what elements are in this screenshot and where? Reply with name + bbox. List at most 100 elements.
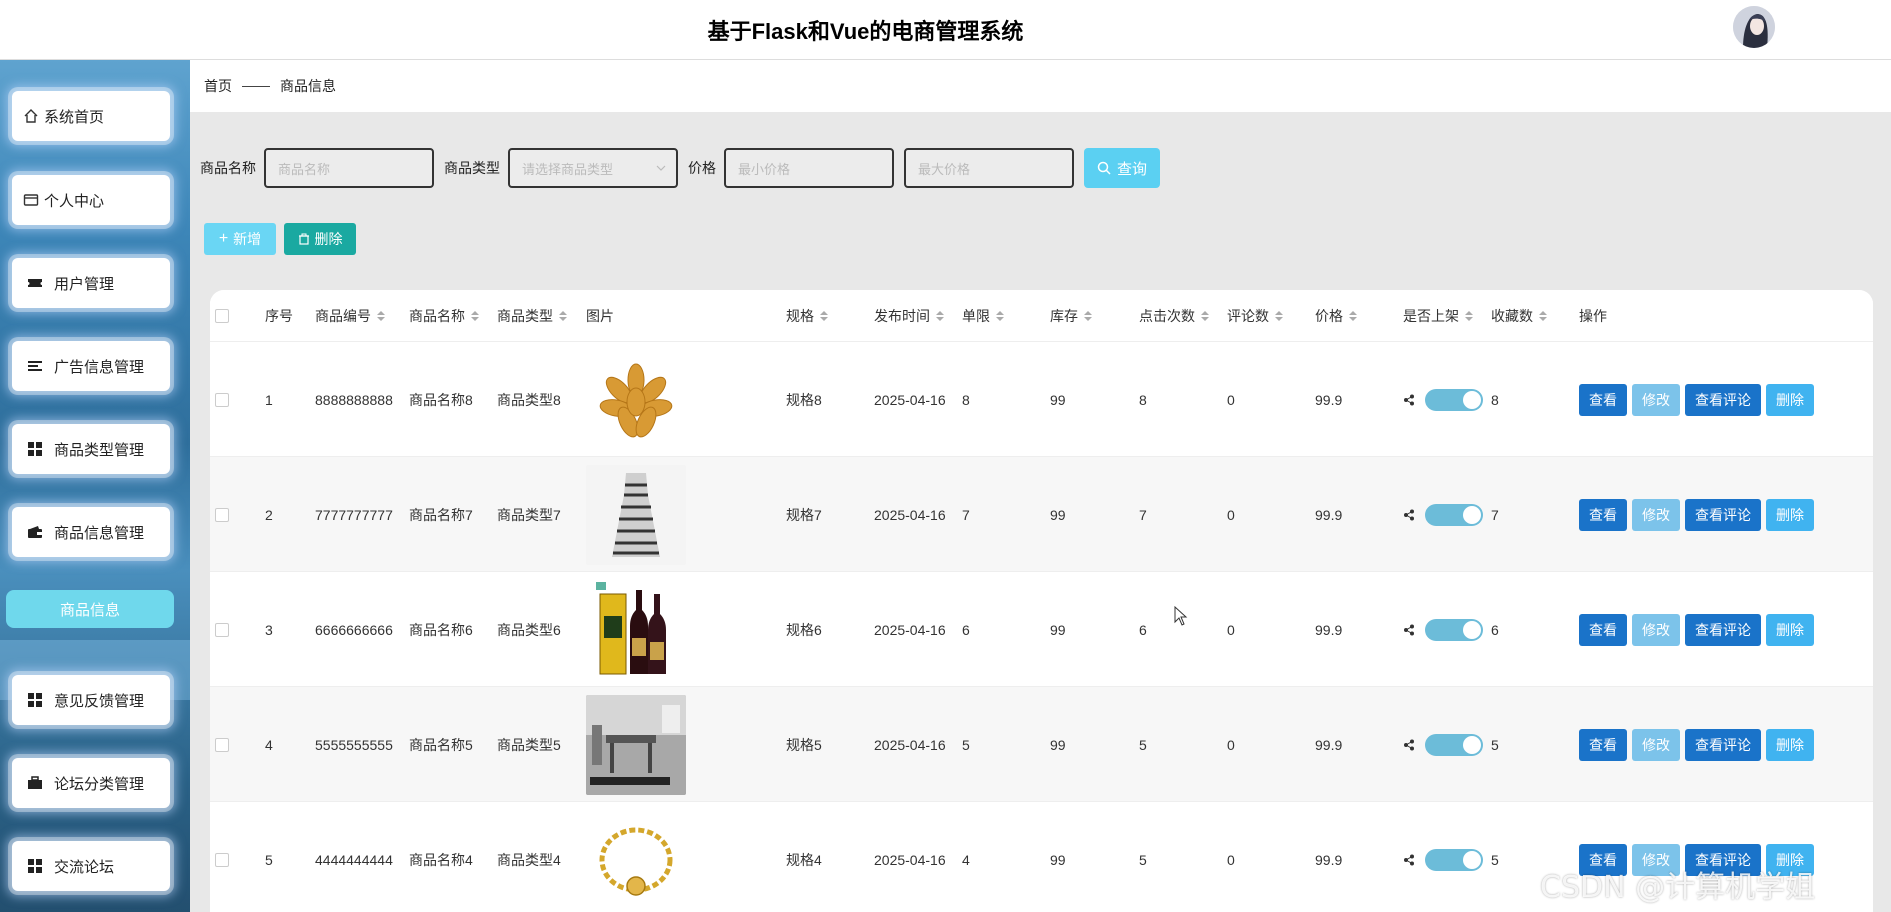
cell-code: 7777777777 xyxy=(315,506,393,523)
max-price-input[interactable]: 最大价格 xyxy=(904,148,1074,188)
share-icon[interactable] xyxy=(1403,854,1415,866)
col-header-spec[interactable]: 规格 xyxy=(786,290,828,342)
grid-icon xyxy=(26,440,44,458)
type-select[interactable]: 请选择商品类型 xyxy=(508,148,678,188)
batch-delete-label: 删除 xyxy=(314,231,343,247)
view-button[interactable]: 查看 xyxy=(1579,728,1627,761)
col-header-favorites-label: 收藏数 xyxy=(1491,308,1533,324)
view-button[interactable]: 查看 xyxy=(1579,613,1627,646)
type-label: 商品类型 xyxy=(444,160,500,176)
edit-button[interactable]: 修改 xyxy=(1632,613,1680,646)
cell-code: 5555555555 xyxy=(315,736,393,753)
delete-button[interactable]: 删除 xyxy=(1766,383,1814,416)
share-icon[interactable] xyxy=(1403,624,1415,636)
sidebar-item-forum-categories[interactable]: 论坛分类管理 xyxy=(12,758,170,808)
sidebar-item-ads[interactable]: 广告信息管理 xyxy=(12,341,170,391)
cell-type: 商品类型7 xyxy=(497,506,561,523)
sidebar-item-label: 广告信息管理 xyxy=(54,358,145,376)
name-input[interactable]: 商品名称 xyxy=(264,148,434,188)
sidebar-item-feedback[interactable]: 意见反馈管理 xyxy=(12,675,170,725)
submenu-item-product-info[interactable]: 商品信息 xyxy=(6,590,174,628)
cell-index: 5 xyxy=(265,851,273,868)
col-header-stock-label: 库存 xyxy=(1050,308,1078,324)
cell-stock: 99 xyxy=(1050,851,1066,868)
col-header-date[interactable]: 发布时间 xyxy=(874,290,944,342)
row-checkbox[interactable] xyxy=(215,687,229,802)
delete-button[interactable]: 删除 xyxy=(1766,613,1814,646)
edit-button[interactable]: 修改 xyxy=(1632,728,1680,761)
cell-date: 2025-04-16 xyxy=(874,736,946,753)
sidebar-item-users[interactable]: 用户管理 xyxy=(12,258,170,308)
sidebar-item-home[interactable]: 系统首页 xyxy=(12,91,170,141)
sidebar-item-label: 意见反馈管理 xyxy=(54,692,145,710)
col-header-clicks[interactable]: 点击次数 xyxy=(1139,290,1209,342)
cell-price: 99.9 xyxy=(1315,506,1343,523)
sort-icon xyxy=(1084,311,1092,321)
share-icon[interactable] xyxy=(1403,509,1415,521)
view-button[interactable]: 查看 xyxy=(1579,383,1627,416)
sidebar-item-profile[interactable]: 个人中心 xyxy=(12,175,170,225)
cell-spec: 规格7 xyxy=(786,506,822,523)
col-header-on-shelf[interactable]: 是否上架 xyxy=(1403,290,1473,342)
row-checkbox[interactable] xyxy=(215,572,229,687)
on-shelf-toggle[interactable] xyxy=(1425,733,1483,756)
dress-image xyxy=(586,464,686,565)
view-comments-button[interactable]: 查看评论 xyxy=(1685,383,1761,416)
cell-code: 4444444444 xyxy=(315,851,393,868)
view-button[interactable]: 查看 xyxy=(1579,498,1627,531)
col-header-code[interactable]: 商品编号 xyxy=(315,290,385,342)
on-shelf-toggle[interactable] xyxy=(1425,618,1483,641)
avatar[interactable] xyxy=(1733,6,1775,48)
cell-date: 2025-04-16 xyxy=(874,851,946,868)
col-header-name[interactable]: 商品名称 xyxy=(409,290,479,342)
batch-delete-button[interactable]: 删除 xyxy=(284,223,356,255)
cell-limit: 7 xyxy=(962,506,970,523)
edit-button[interactable]: 修改 xyxy=(1632,498,1680,531)
share-icon[interactable] xyxy=(1403,394,1415,406)
col-header-type[interactable]: 商品类型 xyxy=(497,290,567,342)
sort-icon xyxy=(377,311,385,321)
min-price-input[interactable]: 最小价格 xyxy=(724,148,894,188)
cell-price: 99.9 xyxy=(1315,391,1343,408)
cell-favorites: 5 xyxy=(1491,851,1499,868)
sort-icon xyxy=(1465,311,1473,321)
sort-icon xyxy=(1275,311,1283,321)
view-comments-button[interactable]: 查看评论 xyxy=(1685,498,1761,531)
cell-on-shelf xyxy=(1403,342,1483,457)
on-shelf-toggle[interactable] xyxy=(1425,388,1483,411)
breadcrumb-home[interactable]: 首页 xyxy=(204,76,232,96)
add-button[interactable]: + 新增 xyxy=(204,223,276,255)
sort-icon xyxy=(996,311,1004,321)
row-checkbox[interactable] xyxy=(215,457,229,572)
on-shelf-toggle[interactable] xyxy=(1425,848,1483,871)
sidebar-item-label: 个人中心 xyxy=(44,192,105,210)
sidebar-item-product-types[interactable]: 商品类型管理 xyxy=(12,424,170,474)
cell-stock: 99 xyxy=(1050,506,1066,523)
view-comments-button[interactable]: 查看评论 xyxy=(1685,613,1761,646)
delete-button[interactable]: 删除 xyxy=(1766,728,1814,761)
type-select-placeholder: 请选择商品类型 xyxy=(522,161,614,177)
action-bar: + 新增 删除 xyxy=(204,223,356,255)
query-button[interactable]: 查询 xyxy=(1084,148,1160,188)
home-icon xyxy=(22,107,40,125)
row-checkbox[interactable] xyxy=(215,342,229,457)
col-header-limit[interactable]: 单限 xyxy=(962,290,1004,342)
delete-button[interactable]: 删除 xyxy=(1766,498,1814,531)
col-header-on-shelf-label: 是否上架 xyxy=(1403,308,1459,324)
col-header-price[interactable]: 价格 xyxy=(1315,290,1357,342)
col-header-favorites[interactable]: 收藏数 xyxy=(1491,290,1547,342)
row-checkbox[interactable] xyxy=(215,802,229,912)
app-title: 基于Flask和Vue的电商管理系统 xyxy=(707,19,1024,44)
col-header-stock[interactable]: 库存 xyxy=(1050,290,1092,342)
col-header-comments[interactable]: 评论数 xyxy=(1227,290,1283,342)
cell-on-shelf xyxy=(1403,802,1483,912)
name-label: 商品名称 xyxy=(200,160,256,176)
edit-button[interactable]: 修改 xyxy=(1632,383,1680,416)
sidebar-item-forum[interactable]: 交流论坛 xyxy=(12,841,170,891)
select-all-checkbox[interactable] xyxy=(215,290,229,342)
sidebar-item-product-info[interactable]: 商品信息管理 xyxy=(12,507,170,557)
on-shelf-toggle[interactable] xyxy=(1425,503,1483,526)
view-comments-button[interactable]: 查看评论 xyxy=(1685,728,1761,761)
share-icon[interactable] xyxy=(1403,739,1415,751)
furniture-image xyxy=(586,694,686,795)
